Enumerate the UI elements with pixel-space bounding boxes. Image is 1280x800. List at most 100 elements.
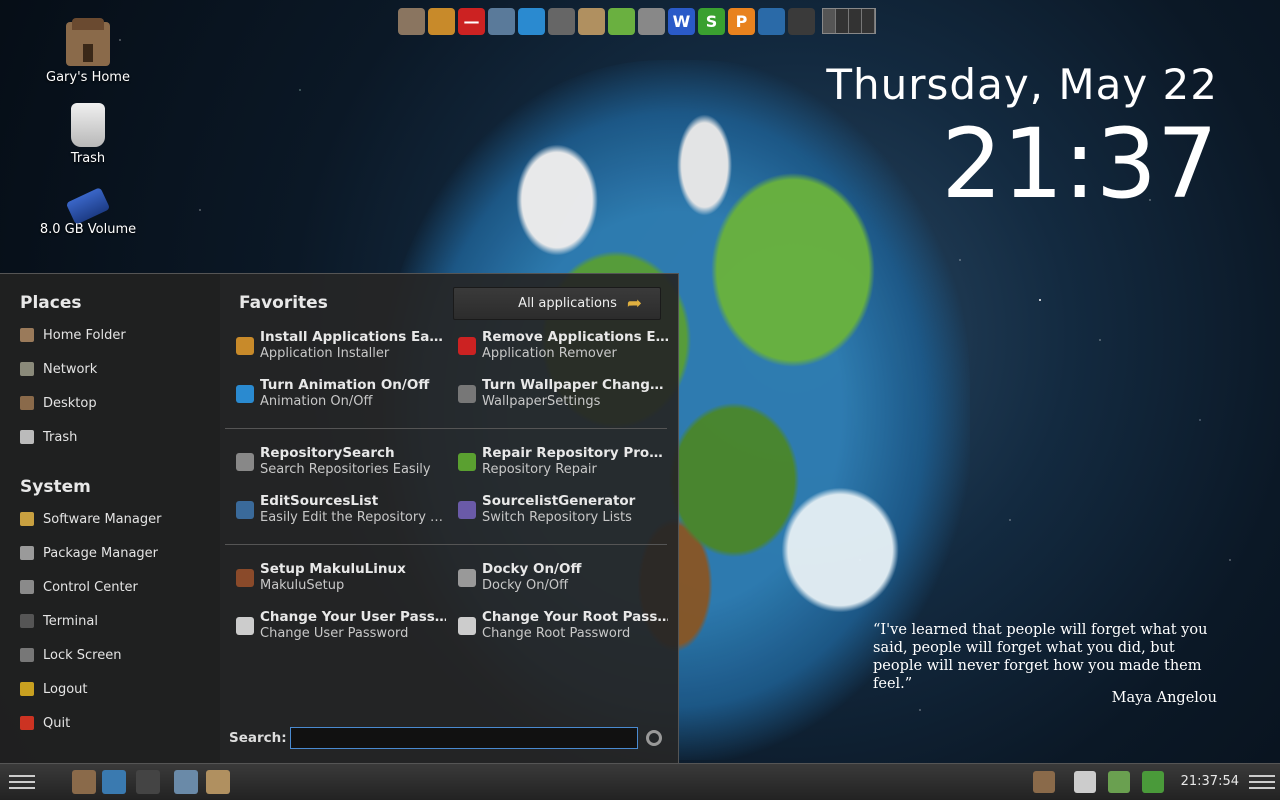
update-tray-button[interactable]	[1139, 769, 1167, 795]
favorite-description: Change User Password	[260, 626, 409, 641]
favorite-item[interactable]: SourcelistGenerator Switch Repository Lis…	[458, 493, 668, 533]
terminal-task-icon	[136, 770, 160, 794]
favorite-description: Switch Repository Lists	[482, 510, 632, 525]
signal-tray-icon	[1108, 771, 1130, 793]
home-launcher[interactable]	[398, 7, 425, 35]
favorite-name: Repair Repository Problems	[482, 445, 668, 461]
favorite-text: Change Your User PasswordChange User Pas…	[260, 609, 446, 649]
workspace-cell[interactable]	[823, 9, 836, 33]
system-item[interactable]: Logout	[20, 678, 88, 700]
menu-icon	[9, 775, 35, 789]
favorite-text: Change Your Root PasswordChange Root Pas…	[482, 609, 668, 649]
signal-tray-button[interactable]	[1105, 769, 1133, 795]
leaf-launcher[interactable]	[608, 7, 635, 35]
favorite-item[interactable]: Docky On/Off Docky On/Off	[458, 561, 668, 601]
installer-launcher[interactable]	[428, 7, 455, 35]
home-task-button[interactable]	[70, 769, 98, 795]
favorites-separator	[225, 544, 667, 545]
places-item[interactable]: Home Folder	[20, 324, 126, 346]
steam-launcher[interactable]	[788, 7, 815, 35]
home-task-icon	[72, 770, 96, 794]
presentation-launcher[interactable]: P	[728, 7, 755, 35]
archive-launcher[interactable]	[578, 7, 605, 35]
places-heading: Places	[20, 293, 82, 313]
favorite-text: RepositorySearch Search Repositories Easi…	[260, 445, 446, 485]
favorite-app-icon	[236, 337, 254, 355]
favorite-app-icon	[458, 569, 476, 587]
favorite-text: Remove Applications EasilyApplication Re…	[482, 329, 668, 369]
favorite-name: Setup MakuluLinux	[260, 561, 406, 577]
favorite-app-icon	[458, 617, 476, 635]
spreadsheet-launcher[interactable]: S	[698, 7, 725, 35]
workspace-cell[interactable]	[849, 9, 862, 33]
places-item[interactable]: Network	[20, 358, 97, 380]
system-item-label: Control Center	[43, 579, 138, 595]
network-task-icon	[174, 770, 198, 794]
places-item-label: Desktop	[43, 395, 97, 411]
system-item[interactable]: Lock Screen	[20, 644, 121, 666]
place-icon	[20, 362, 34, 376]
favorite-name: EditSourcesList	[260, 493, 379, 509]
spreadsheet-launcher-glyph: S	[705, 11, 718, 31]
remover-launcher[interactable]: —	[458, 7, 485, 35]
desktop-icon-home[interactable]: Gary's Home	[28, 18, 148, 85]
arrow-right-icon: ➦	[626, 293, 642, 314]
desktop-icon-volume[interactable]: 8.0 GB Volume	[28, 184, 148, 237]
panel-menu-button[interactable]	[1248, 769, 1276, 795]
favorite-item[interactable]: Change Your User PasswordChange User Pas…	[236, 609, 446, 649]
workspace-switcher[interactable]	[822, 8, 876, 34]
places-item[interactable]: Desktop	[20, 392, 97, 414]
search-launcher[interactable]	[488, 7, 515, 35]
display-tray-button[interactable]	[1071, 769, 1099, 795]
favorite-description: MakuluSetup	[260, 578, 345, 593]
desktop-clock: 21:37	[941, 108, 1218, 220]
system-item[interactable]: Software Manager	[20, 508, 161, 530]
places-item[interactable]: Trash	[20, 426, 77, 448]
workspace-cell[interactable]	[836, 9, 849, 33]
pen-launcher[interactable]	[638, 7, 665, 35]
favorite-item[interactable]: Repair Repository ProblemsRepository Rep…	[458, 445, 668, 485]
favorite-item[interactable]: Turn Animation On/Off Animation On/Off	[236, 377, 446, 417]
desktop-icon-label: Gary's Home	[46, 70, 130, 85]
favorite-description: Application Installer	[260, 346, 390, 361]
animation-launcher[interactable]	[518, 7, 545, 35]
all-applications-button[interactable]: All applications ➦	[453, 287, 661, 320]
terminal-task-button[interactable]	[134, 769, 162, 795]
favorite-item[interactable]: RepositorySearch Search Repositories Easi…	[236, 445, 446, 485]
favorite-item[interactable]: Turn Wallpaper Changer On/OffWallpaperSe…	[458, 377, 668, 417]
system-icon	[20, 546, 34, 560]
favorite-item[interactable]: Change Your Root PasswordChange Root Pas…	[458, 609, 668, 649]
phone-tray-icon	[1033, 771, 1055, 793]
favorite-description: Repository Repair	[482, 462, 597, 477]
wallpaper-launcher[interactable]	[548, 7, 575, 35]
browser-launcher[interactable]	[758, 7, 785, 35]
favorite-item[interactable]: Setup MakuluLinux MakuluSetup	[236, 561, 446, 601]
system-item[interactable]: Quit	[20, 712, 70, 734]
search-input[interactable]	[290, 727, 638, 749]
panel-clock[interactable]: 21:37:54	[1181, 774, 1239, 789]
desktop-date: Thursday, May 22	[826, 60, 1218, 109]
menu-button[interactable]	[8, 769, 36, 795]
favorite-item[interactable]: Remove Applications EasilyApplication Re…	[458, 329, 668, 369]
system-item-label: Package Manager	[43, 545, 159, 561]
favorite-name: Docky On/Off	[482, 561, 582, 577]
system-item[interactable]: Control Center	[20, 576, 138, 598]
favorite-text: Turn Animation On/Off Animation On/Off	[260, 377, 446, 417]
search-icon[interactable]	[646, 730, 662, 746]
network-task-button[interactable]	[172, 769, 200, 795]
workspace-cell[interactable]	[862, 9, 875, 33]
system-item-label: Quit	[43, 715, 71, 731]
system-item[interactable]: Package Manager	[20, 542, 158, 564]
writer-launcher[interactable]: W	[668, 7, 695, 35]
favorite-app-icon	[236, 569, 254, 587]
favorite-description: Search Repositories Easily	[260, 462, 431, 477]
favorite-text: Repair Repository ProblemsRepository Rep…	[482, 445, 668, 485]
phone-tray-button[interactable]	[1030, 769, 1058, 795]
refresh-task-button[interactable]	[100, 769, 128, 795]
favorite-item[interactable]: EditSourcesList Easily Edit the Repositor…	[236, 493, 446, 533]
system-item[interactable]: Terminal	[20, 610, 98, 632]
archive-task-button[interactable]	[204, 769, 232, 795]
desktop-icon-trash[interactable]: Trash	[28, 103, 148, 166]
home-folder-icon	[66, 18, 110, 66]
favorite-item[interactable]: Install Applications Easily Application I…	[236, 329, 446, 369]
